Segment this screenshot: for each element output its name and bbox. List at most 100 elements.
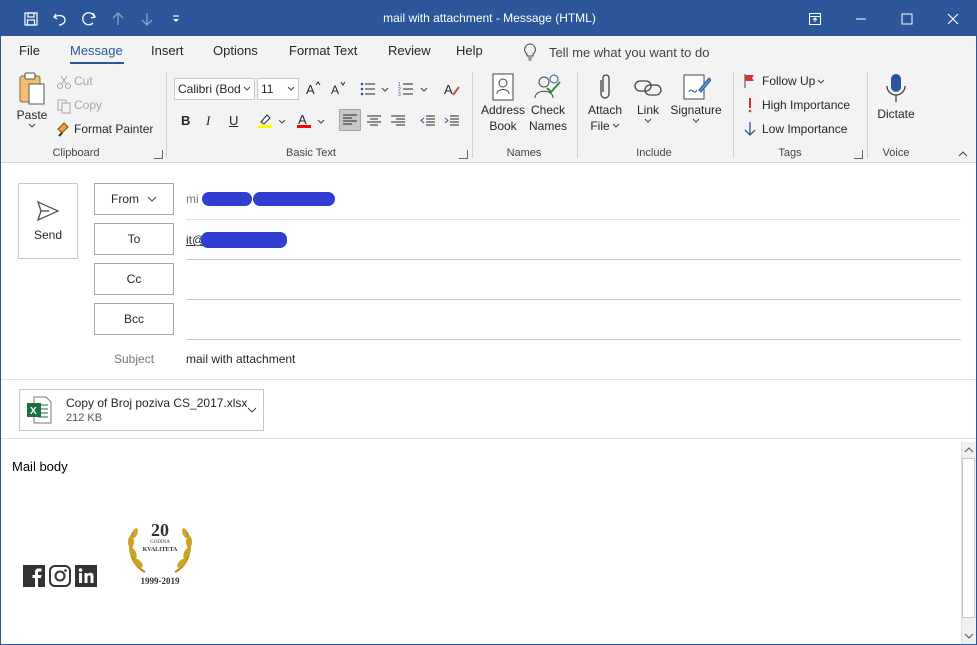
chevron-down-icon[interactable] — [420, 87, 428, 93]
to-input-line[interactable] — [186, 259, 961, 260]
chevron-down-icon[interactable] — [278, 119, 286, 125]
tags-launcher-icon[interactable] — [854, 150, 863, 159]
paperclip-icon — [600, 74, 610, 99]
address-book-button[interactable]: Address Book — [480, 72, 526, 134]
grow-font-icon[interactable]: A — [305, 80, 321, 96]
minimize-button[interactable] — [838, 1, 884, 36]
down-arrow-icon[interactable] — [137, 9, 157, 29]
font-name-combo[interactable]: Calibri (Bod — [174, 78, 255, 100]
check-names-icon — [534, 74, 561, 99]
bullets-icon[interactable] — [360, 81, 376, 97]
subject-field[interactable]: mail with attachment — [186, 352, 295, 366]
customize-toolbar-icon[interactable] — [166, 9, 186, 29]
undo-icon[interactable] — [50, 9, 70, 29]
underline-button[interactable]: U — [229, 113, 238, 128]
cut-button[interactable]: Cut — [74, 74, 93, 88]
save-icon[interactable] — [21, 9, 41, 29]
chevron-down-icon[interactable] — [317, 119, 325, 125]
paste-button[interactable]: Paste — [15, 71, 49, 129]
clipboard-launcher-icon[interactable] — [154, 150, 163, 159]
copy-button[interactable]: Copy — [74, 98, 102, 112]
facebook-icon[interactable] — [23, 565, 45, 587]
from-value: mi — [186, 192, 199, 206]
attachment-name: Copy of Broj poziva CS_2017.xlsx — [66, 396, 248, 410]
dictate-button[interactable]: Dictate — [874, 72, 918, 122]
signature-icon — [683, 74, 711, 100]
clear-formatting-icon[interactable]: A — [444, 81, 460, 97]
tags-group-label: Tags — [778, 147, 802, 159]
scrollbar-thumb[interactable] — [962, 458, 975, 618]
scroll-down-icon[interactable] — [964, 633, 974, 639]
dictate-label: Dictate — [877, 107, 915, 121]
align-left-button[interactable] — [339, 109, 361, 131]
bold-button[interactable]: B — [181, 113, 190, 128]
font-color-icon[interactable]: A — [296, 112, 312, 128]
message-body[interactable]: Mail body 20 GODINA KVALITETA 1999-2019 — [1, 440, 961, 644]
format-painter-button[interactable]: Format Painter — [74, 122, 153, 136]
group-separator — [472, 72, 473, 158]
from-field-divider — [186, 219, 961, 220]
follow-up-button[interactable]: Follow Up — [762, 74, 815, 88]
instagram-icon[interactable] — [49, 565, 71, 587]
badge-word: KVALITETA — [142, 547, 178, 553]
to-button[interactable]: To — [94, 223, 174, 255]
tab-options[interactable]: Options — [213, 43, 258, 58]
tell-me-box[interactable]: Tell me what you want to do — [523, 43, 709, 61]
bcc-label: Bcc — [123, 312, 144, 326]
close-button[interactable] — [930, 1, 976, 36]
cc-input-line[interactable] — [186, 299, 961, 300]
linkedin-icon[interactable] — [75, 565, 97, 587]
link-icon — [634, 80, 662, 96]
basic-text-launcher-icon[interactable] — [459, 150, 468, 159]
tab-format-text[interactable]: Format Text — [289, 43, 357, 58]
group-separator — [733, 72, 734, 158]
send-label: Send — [33, 228, 63, 242]
check-names-button[interactable]: Check Names — [527, 72, 569, 134]
badge-number: 20 — [151, 520, 169, 540]
redo-icon[interactable] — [79, 9, 99, 29]
italic-button[interactable]: I — [206, 113, 210, 129]
tab-help[interactable]: Help — [456, 43, 483, 58]
low-importance-button[interactable]: Low Importance — [762, 122, 847, 136]
copy-icon — [56, 98, 72, 114]
scroll-up-icon[interactable] — [964, 447, 974, 453]
align-right-icon[interactable] — [390, 113, 406, 129]
low-importance-icon — [742, 121, 758, 137]
bcc-input-line[interactable] — [186, 339, 961, 340]
cc-button[interactable]: Cc — [94, 263, 174, 295]
highlighter-icon[interactable] — [257, 112, 273, 128]
redaction-mark — [202, 192, 252, 206]
increase-indent-icon[interactable] — [444, 113, 460, 129]
numbering-icon[interactable]: 123 — [398, 81, 414, 97]
high-importance-button[interactable]: High Importance — [762, 98, 850, 112]
flag-icon — [742, 73, 758, 89]
font-size-combo[interactable]: 11 — [257, 78, 299, 100]
tab-review[interactable]: Review — [388, 43, 431, 58]
svg-text:A: A — [331, 83, 339, 96]
active-tab-indicator — [70, 62, 124, 64]
group-separator — [166, 72, 167, 158]
attachment-item[interactable]: X Copy of Broj poziva CS_2017.xlsx 212 K… — [19, 389, 264, 431]
group-separator — [867, 72, 868, 158]
bcc-button[interactable]: Bcc — [94, 303, 174, 335]
collapse-ribbon-icon[interactable] — [958, 151, 968, 157]
tab-message[interactable]: Message — [70, 43, 123, 58]
align-center-icon[interactable] — [366, 113, 382, 129]
link-button[interactable]: Link — [631, 72, 665, 124]
decrease-indent-icon[interactable] — [420, 113, 436, 129]
microphone-icon — [886, 74, 906, 102]
chevron-down-icon[interactable] — [817, 79, 825, 85]
ribbon-tabs: File Message Insert Options Format Text … — [1, 36, 976, 66]
chevron-down-icon[interactable] — [381, 87, 389, 93]
from-button[interactable]: From — [94, 183, 174, 215]
maximize-button[interactable] — [884, 1, 930, 36]
tab-file[interactable]: File — [19, 43, 40, 58]
send-button[interactable]: Send — [18, 183, 78, 259]
tab-insert[interactable]: Insert — [151, 43, 184, 58]
up-arrow-icon[interactable] — [108, 9, 128, 29]
shrink-font-icon[interactable]: A — [330, 80, 346, 96]
ribbon-display-options-button[interactable] — [792, 1, 838, 36]
signature-button[interactable]: Signature — [669, 72, 723, 124]
chevron-down-icon[interactable] — [247, 407, 257, 413]
attach-file-button[interactable]: Attach File — [585, 72, 625, 134]
